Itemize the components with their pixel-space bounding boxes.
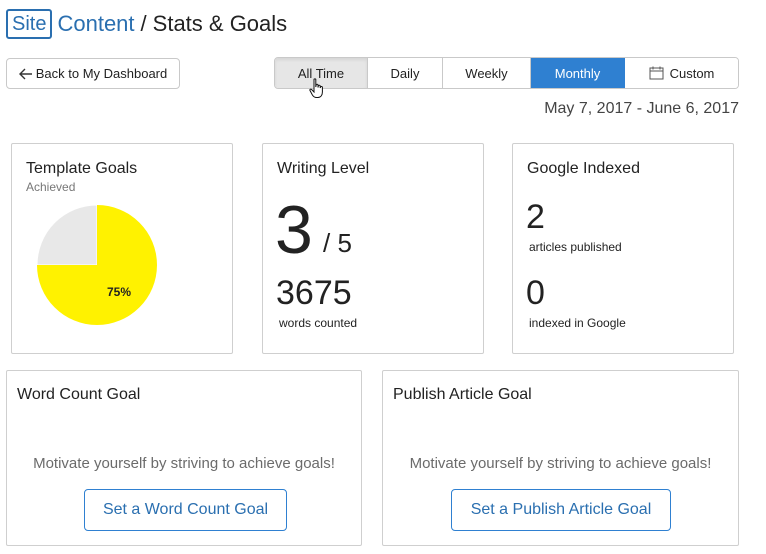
publish-article-goal-card: Publish Article Goal Motivate yourself b… (382, 370, 739, 546)
google-indexed-card: Google Indexed 2 articles published 0 in… (512, 143, 734, 354)
tab-label: Weekly (465, 65, 508, 81)
logo-site[interactable]: Site (6, 9, 53, 39)
date-range: May 7, 2017 - June 6, 2017 (544, 100, 739, 117)
set-word-count-goal-button[interactable]: Set a Word Count Goal (84, 489, 287, 531)
goal-message: Motivate yourself by striving to achieve… (409, 455, 712, 472)
card-title: Word Count Goal (17, 386, 141, 403)
tab-label: Daily (390, 65, 420, 81)
pie-slice-remaining (36, 204, 98, 266)
tab-label: All Time (297, 65, 345, 81)
template-goals-pie-chart: 75% (36, 204, 157, 325)
goal-message: Motivate yourself by striving to achieve… (33, 455, 335, 472)
title-separator: / (140, 11, 147, 36)
back-to-dashboard-button[interactable]: Back to My Dashboard (6, 58, 180, 89)
tab-label: Monthly (554, 65, 601, 81)
tab-custom[interactable]: Custom (625, 58, 738, 88)
arrow-left-icon (18, 68, 32, 79)
card-title: Google Indexed (527, 160, 640, 177)
tab-monthly[interactable]: Monthly (531, 58, 625, 88)
back-button-label: Back to My Dashboard (35, 66, 168, 81)
period-selector: All Time Daily Weekly Monthly Custom (274, 57, 739, 89)
writing-level-card: Writing Level 3 / 5 3675 words counted (262, 143, 484, 354)
indexed-value: 0 (526, 274, 545, 312)
logo-content[interactable]: Content (57, 11, 134, 37)
card-subtitle: Achieved (26, 180, 76, 194)
calendar-icon (649, 66, 664, 80)
page-header: Site Content / Stats & Goals (6, 8, 287, 40)
indexed-label: indexed in Google (529, 316, 626, 330)
articles-published-value: 2 (526, 198, 545, 236)
writing-level-value: 3 (275, 192, 313, 268)
word-count-goal-card: Word Count Goal Motivate yourself by str… (6, 370, 362, 546)
page-title: Stats & Goals (152, 11, 288, 36)
words-counted-value: 3675 (276, 274, 352, 312)
articles-published-label: articles published (529, 240, 622, 254)
tab-all-time[interactable]: All Time (275, 58, 368, 88)
set-publish-article-goal-button[interactable]: Set a Publish Article Goal (451, 489, 671, 531)
card-title: Template Goals (26, 160, 138, 177)
template-goals-card: Template Goals Achieved 75% (11, 143, 233, 354)
tab-label: Custom (669, 65, 715, 81)
writing-level-max: / 5 (323, 228, 352, 258)
tab-weekly[interactable]: Weekly (443, 58, 531, 88)
words-counted-label: words counted (279, 316, 358, 330)
card-title: Publish Article Goal (393, 386, 532, 403)
card-title: Writing Level (277, 160, 370, 177)
tab-daily[interactable]: Daily (368, 58, 443, 88)
pie-percent-label: 75% (107, 285, 131, 299)
